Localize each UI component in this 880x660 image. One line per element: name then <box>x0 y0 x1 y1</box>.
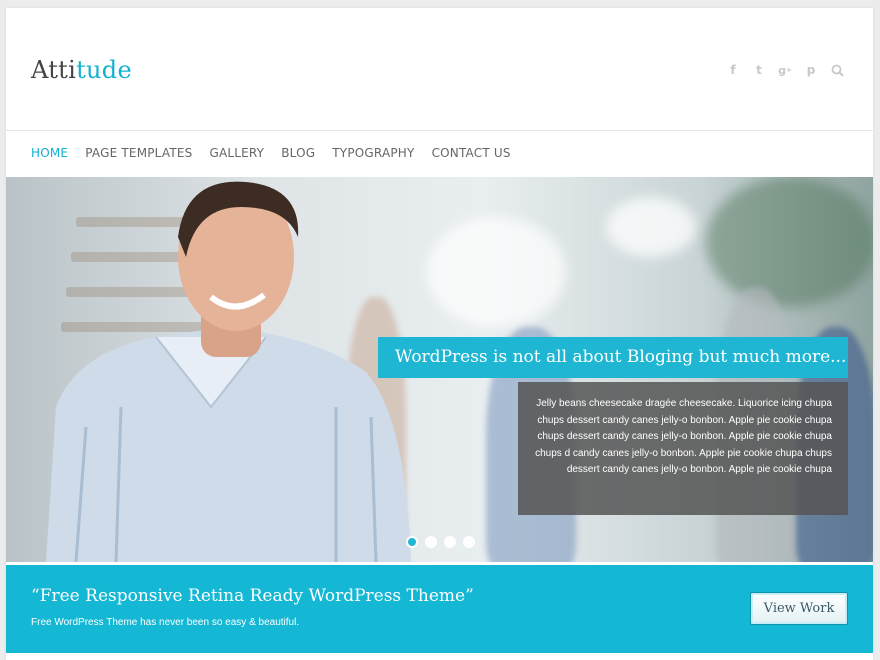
social-links: f t g + p <box>725 62 845 78</box>
view-work-button[interactable]: View Work <box>750 592 848 625</box>
google-plus-icon[interactable]: g + <box>777 62 793 78</box>
hero-slider[interactable]: WordPress is not all about Bloging but m… <box>6 177 873 562</box>
twitter-icon[interactable]: t <box>751 62 767 78</box>
pinterest-icon[interactable]: p <box>803 62 819 78</box>
promo-title: “Free Responsive Retina Ready WordPress … <box>31 586 474 606</box>
slider-dot-3[interactable] <box>444 536 456 548</box>
slider-dot-2[interactable] <box>425 536 437 548</box>
nav-item-page-templates[interactable]: PAGE TEMPLATES <box>85 146 192 160</box>
page-container: Attitude f t g + p HOME PAGE TEMPLATES GA… <box>6 8 873 660</box>
slide-person-image <box>46 181 411 562</box>
search-icon[interactable] <box>829 62 845 78</box>
site-header: Attitude f t g + p <box>6 8 873 130</box>
slider-pagination <box>406 536 475 548</box>
header-divider <box>6 130 873 131</box>
nav-item-contact-us[interactable]: CONTACT US <box>432 146 511 160</box>
logo-text-part2: tude <box>76 56 132 84</box>
site-logo[interactable]: Attitude <box>31 56 132 84</box>
nav-item-typography[interactable]: TYPOGRAPHY <box>332 146 414 160</box>
slide-caption-body: Jelly beans cheesecake dragée cheesecake… <box>518 382 848 515</box>
main-nav: HOME PAGE TEMPLATES GALLERY BLOG TYPOGRA… <box>31 146 511 160</box>
promo-subtitle: Free WordPress Theme has never been so e… <box>31 617 300 628</box>
nav-item-gallery[interactable]: GALLERY <box>209 146 264 160</box>
promo-banner: “Free Responsive Retina Ready WordPress … <box>6 565 873 653</box>
logo-text-part1: Atti <box>31 56 77 84</box>
nav-item-blog[interactable]: BLOG <box>281 146 315 160</box>
slider-dot-1[interactable] <box>406 536 418 548</box>
nav-item-home[interactable]: HOME <box>31 146 68 160</box>
slide-caption-title: WordPress is not all about Bloging but m… <box>378 337 848 378</box>
slider-dot-4[interactable] <box>463 536 475 548</box>
facebook-icon[interactable]: f <box>725 62 741 78</box>
